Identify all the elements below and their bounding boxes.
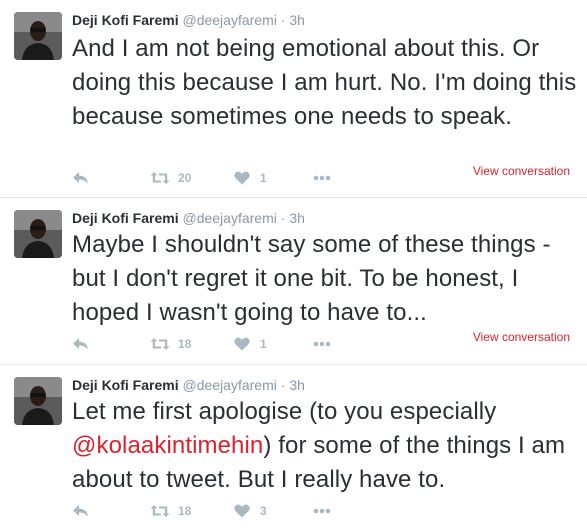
header-separator: ·: [280, 377, 286, 393]
view-conversation-link[interactable]: View conversation: [473, 330, 570, 344]
tweet-header: Deji Kofi Faremi @deejayfaremi · 3h: [72, 209, 305, 227]
reply-arrow-icon: [73, 172, 88, 184]
retweet-icon: [150, 338, 170, 350]
more-dots-icon: [313, 175, 331, 181]
retweet-count: 18: [178, 504, 192, 518]
tweet-timeline: Deji Kofi Faremi @deejayfaremi · 3h And …: [0, 0, 587, 531]
author-handle[interactable]: @deejayfaremi: [182, 12, 276, 28]
view-conversation-link[interactable]: View conversation: [473, 164, 570, 178]
retweet-button[interactable]: 18: [150, 334, 191, 354]
tweet-actions: 18 1 View conversation: [72, 330, 582, 354]
tweet-text: Maybe I shouldn't say some of these thin…: [72, 231, 551, 326]
author-name[interactable]: Deji Kofi Faremi: [72, 377, 179, 393]
tweet-header: Deji Kofi Faremi @deejayfaremi · 3h: [72, 376, 305, 394]
more-dots-icon: [313, 508, 331, 514]
tweet-text: And I am not being emotional about this.…: [72, 35, 577, 130]
retweet-count: 20: [178, 171, 192, 185]
tweet-actions: 20 1 View conversation: [72, 164, 582, 188]
author-name[interactable]: Deji Kofi Faremi: [72, 12, 179, 28]
like-button[interactable]: 1: [234, 168, 267, 188]
heart-icon: [234, 171, 250, 185]
tweet[interactable]: Deji Kofi Faremi @deejayfaremi · 3h And …: [0, 0, 587, 198]
reply-button[interactable]: [72, 168, 89, 188]
heart-icon: [234, 337, 250, 351]
author-handle[interactable]: @deejayfaremi: [182, 377, 276, 393]
author-handle[interactable]: @deejayfaremi: [182, 210, 276, 226]
header-separator: ·: [280, 12, 286, 28]
reply-button[interactable]: [72, 501, 89, 521]
reply-button[interactable]: [72, 334, 89, 354]
tweet-timestamp[interactable]: 3h: [289, 12, 305, 28]
retweet-count: 18: [178, 337, 192, 351]
tweet-text-before: Let me first apologise (to you especiall…: [72, 398, 497, 425]
avatar[interactable]: [14, 377, 62, 425]
more-button[interactable]: [313, 501, 331, 521]
like-count: 3: [260, 504, 267, 518]
tweet[interactable]: Deji Kofi Faremi @deejayfaremi · 3h Mayb…: [0, 198, 587, 365]
more-button[interactable]: [313, 334, 331, 354]
retweet-icon: [150, 505, 170, 517]
like-count: 1: [260, 171, 267, 185]
heart-icon: [234, 504, 250, 518]
like-count: 1: [260, 337, 267, 351]
reply-arrow-icon: [73, 505, 88, 517]
like-button[interactable]: 3: [234, 501, 267, 521]
tweet-timestamp[interactable]: 3h: [289, 210, 305, 226]
author-name[interactable]: Deji Kofi Faremi: [72, 210, 179, 226]
tweet-actions: 18 3: [72, 501, 582, 521]
retweet-icon: [150, 172, 170, 184]
more-dots-icon: [313, 341, 331, 347]
avatar[interactable]: [14, 12, 62, 60]
header-separator: ·: [280, 210, 286, 226]
reply-arrow-icon: [73, 338, 88, 350]
tweet-timestamp[interactable]: 3h: [289, 377, 305, 393]
mention-link[interactable]: @kolaakintimehin: [72, 432, 263, 459]
like-button[interactable]: 1: [234, 334, 267, 354]
tweet-header: Deji Kofi Faremi @deejayfaremi · 3h: [72, 11, 305, 29]
avatar[interactable]: [14, 210, 62, 258]
tweet[interactable]: Deji Kofi Faremi @deejayfaremi · 3h Let …: [0, 365, 587, 531]
retweet-button[interactable]: 20: [150, 168, 191, 188]
tweet-text: Let me first apologise (to you especiall…: [72, 395, 582, 497]
more-button[interactable]: [313, 168, 331, 188]
retweet-button[interactable]: 18: [150, 501, 191, 521]
